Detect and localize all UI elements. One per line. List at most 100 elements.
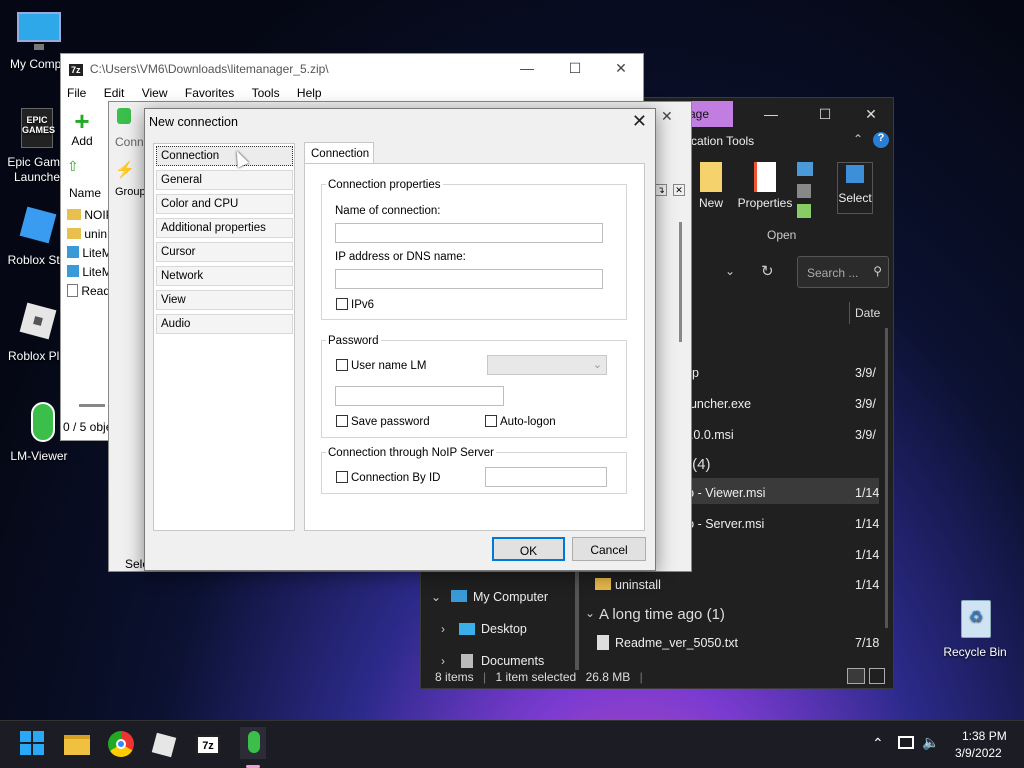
auto-logon-checkbox[interactable]: Auto-logon: [485, 415, 556, 428]
nav-pane-divider[interactable]: [575, 570, 579, 670]
edit-icon[interactable]: [797, 184, 811, 198]
roblox-taskbar-icon[interactable]: [151, 732, 177, 758]
save-password-checkbox[interactable]: Save password: [336, 415, 430, 428]
cancel-button[interactable]: Cancel: [572, 537, 646, 561]
minimize-button[interactable]: —: [517, 60, 537, 76]
clock-time[interactable]: 1:38 PM: [962, 729, 1007, 743]
category-additional-properties[interactable]: Additional properties: [156, 218, 293, 238]
network-icon[interactable]: [898, 736, 914, 749]
open-with-icon[interactable]: [797, 162, 813, 176]
search-box[interactable]: Search ... ⚲: [797, 256, 889, 288]
close-button[interactable]: ✕: [661, 108, 673, 125]
title-bar: 7z C:\Users\VM6\Downloads\litemanager_5.…: [61, 54, 643, 84]
list-item[interactable]: LiteM: [67, 265, 112, 279]
menu-help[interactable]: Help: [297, 86, 322, 100]
folder-icon: [67, 209, 81, 220]
close-panel-icon[interactable]: ✕: [673, 184, 685, 196]
7zip-taskbar-icon[interactable]: 7z: [196, 735, 220, 755]
chevron-down-icon[interactable]: ⌄: [585, 606, 595, 620]
plus-icon: +: [74, 106, 90, 136]
maximize-button[interactable]: ☐: [815, 106, 835, 123]
user-name-dropdown[interactable]: ⌄: [487, 355, 607, 375]
category-general[interactable]: General: [156, 170, 293, 190]
category-network[interactable]: Network: [156, 266, 293, 286]
add-button[interactable]: + Add: [67, 108, 97, 148]
file-date: 3/9/: [855, 428, 876, 442]
chrome-icon[interactable]: [108, 731, 134, 757]
select-button[interactable]: Select: [837, 162, 873, 214]
category-view[interactable]: View: [156, 290, 293, 310]
user-name-lm-checkbox[interactable]: User name LM: [336, 359, 426, 372]
nav-my-computer[interactable]: My Computer: [473, 590, 548, 604]
list-item[interactable]: NOIP: [67, 208, 114, 222]
connection-name-input[interactable]: [335, 223, 603, 243]
list-item[interactable]: Read: [67, 284, 110, 298]
close-button[interactable]: ✕: [861, 106, 881, 123]
panel-scrollbar[interactable]: [679, 222, 682, 342]
tiles-view-icon[interactable]: [869, 668, 885, 684]
history-dropdown-icon[interactable]: ⌄: [725, 264, 735, 278]
history-icon[interactable]: [797, 204, 811, 218]
maximize-button[interactable]: ☐: [565, 60, 585, 77]
ipv6-checkbox[interactable]: IPv6: [336, 298, 374, 311]
list-item[interactable]: unin: [67, 227, 107, 241]
scrollbar[interactable]: [885, 328, 888, 628]
password-input[interactable]: [335, 386, 504, 406]
file-name[interactable]: ro - Viewer.msi: [683, 486, 765, 506]
desktop-icon-recycle-bin[interactable]: ♻ Recycle Bin: [938, 598, 1012, 660]
menu-edit[interactable]: Edit: [104, 86, 125, 100]
collapse-ribbon-icon[interactable]: ⌃: [853, 132, 863, 146]
file-date: 1/14: [855, 578, 880, 592]
chevron-right-icon[interactable]: ›: [441, 622, 445, 636]
file-name[interactable]: uninstall: [615, 578, 661, 598]
menu-favorites[interactable]: Favorites: [185, 86, 234, 100]
group-header-long-ago[interactable]: A long time ago (1): [599, 606, 725, 623]
menu-tools[interactable]: Tools: [252, 86, 280, 100]
category-connection[interactable]: Connection: [156, 146, 293, 166]
category-audio[interactable]: Audio: [156, 314, 293, 334]
checkbox-box: [336, 415, 348, 427]
refresh-icon[interactable]: ↻: [761, 262, 774, 280]
select-icon: [846, 165, 864, 183]
menu-file[interactable]: File: [67, 86, 86, 100]
details-view-icon[interactable]: [847, 668, 865, 684]
tab-connection[interactable]: Connection: [304, 142, 374, 164]
ok-button[interactable]: OK: [492, 537, 565, 561]
horizontal-scrollbar[interactable]: [79, 404, 105, 407]
volume-icon[interactable]: 🔈: [922, 734, 939, 751]
category-cursor[interactable]: Cursor: [156, 242, 293, 262]
column-header-name[interactable]: Name: [69, 186, 101, 200]
minimize-button[interactable]: —: [761, 106, 781, 122]
start-button[interactable]: [20, 731, 46, 757]
file-name[interactable]: Readme_ver_5050.txt: [615, 636, 738, 656]
help-icon[interactable]: ?: [873, 132, 889, 148]
connect-icon[interactable]: ⚡: [115, 160, 135, 180]
chevron-down-icon[interactable]: ⌄: [431, 590, 441, 604]
lm-viewer-taskbar-icon[interactable]: [240, 727, 266, 759]
new-connection-dialog: New connection ✕ Connection General Colo…: [144, 108, 656, 571]
column-divider[interactable]: [849, 302, 850, 324]
new-button[interactable]: New: [693, 162, 729, 210]
file-name[interactable]: ro - Server.msi: [683, 517, 764, 537]
file-explorer-taskbar-icon[interactable]: [64, 735, 90, 755]
file-name[interactable]: auncher.exe: [683, 397, 751, 417]
up-folder-icon[interactable]: ⇧: [67, 158, 79, 175]
connection-by-id-checkbox[interactable]: Connection By ID: [336, 471, 441, 484]
connection-id-input[interactable]: [485, 467, 607, 487]
file-date: 3/9/: [855, 366, 876, 380]
pin-icon[interactable]: ↴: [655, 184, 667, 196]
roblox-player-icon: [15, 302, 59, 346]
properties-button[interactable]: Properties: [737, 162, 793, 210]
close-button[interactable]: ✕: [611, 60, 631, 77]
new-item-icon: [700, 162, 722, 192]
category-color-and-cpu[interactable]: Color and CPU: [156, 194, 293, 214]
list-item[interactable]: LiteM: [67, 246, 112, 260]
ip-address-input[interactable]: [335, 269, 603, 289]
windows-logo-icon: [20, 731, 46, 755]
show-hidden-icons[interactable]: ⌃: [872, 735, 884, 752]
clock-date[interactable]: 3/9/2022: [955, 746, 1002, 760]
column-header-date[interactable]: Date: [855, 306, 880, 320]
menu-view[interactable]: View: [142, 86, 168, 100]
nav-desktop[interactable]: Desktop: [481, 622, 527, 636]
close-button[interactable]: ✕: [632, 111, 647, 132]
